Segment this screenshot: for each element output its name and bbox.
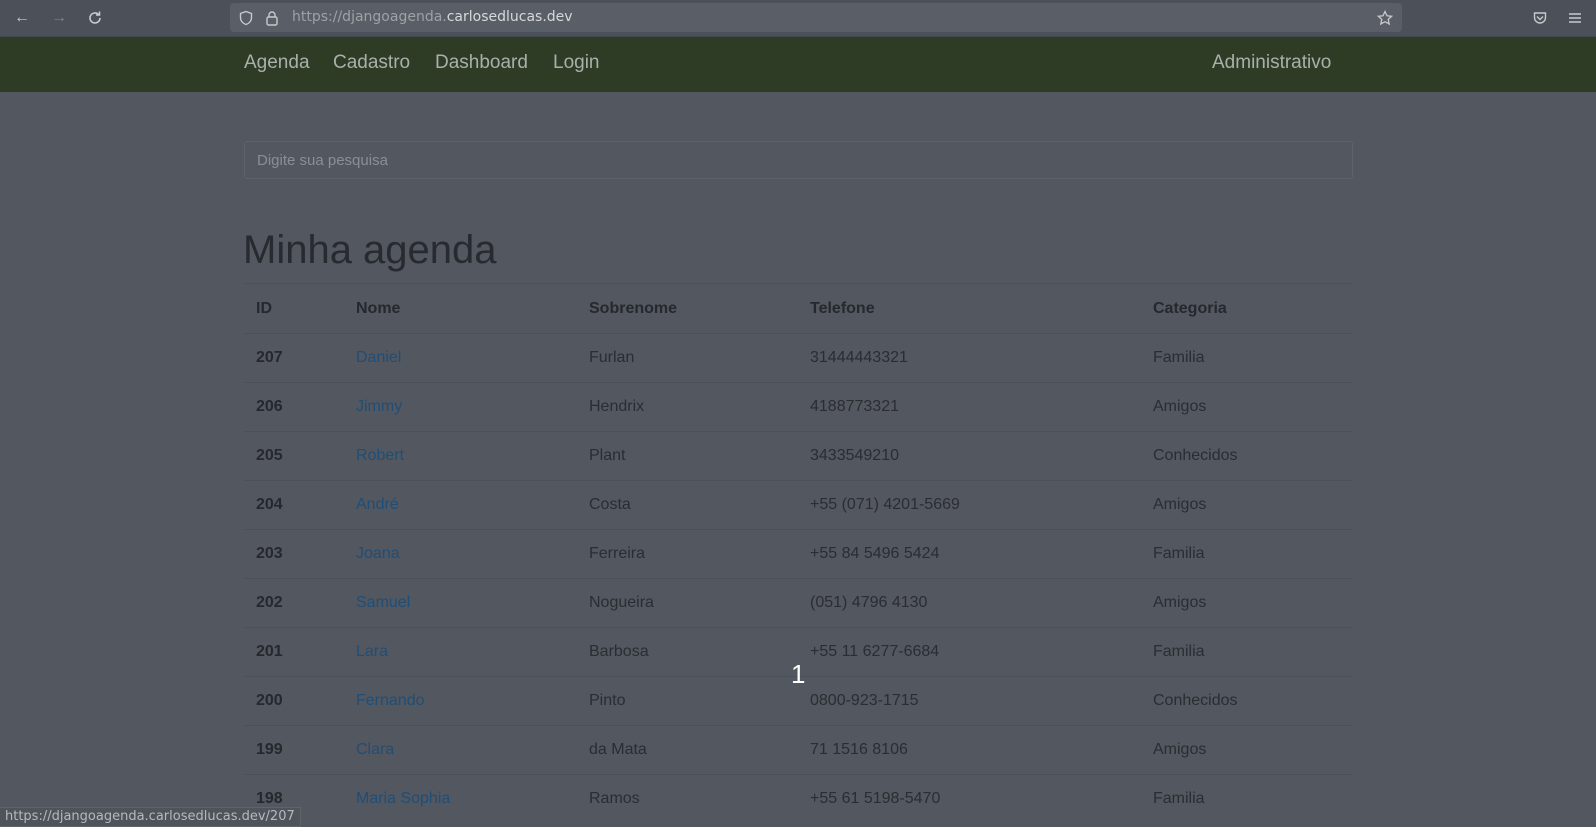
overlay-number: 1 xyxy=(791,659,806,689)
contact-name-link[interactable]: Samuel xyxy=(356,594,410,611)
cell-categoria: Familia xyxy=(1141,333,1353,383)
table-row: 206 Jimmy Hendrix 4188773321 Amigos xyxy=(244,382,1353,432)
back-icon[interactable]: ← xyxy=(10,6,34,30)
lock-icon[interactable] xyxy=(264,10,280,26)
cell-categoria: Amigos xyxy=(1141,725,1353,775)
url-prefix: https://djangoagenda. xyxy=(292,9,447,25)
cell-name: Clara xyxy=(344,725,577,775)
cell-id: 205 xyxy=(244,431,344,481)
table-row: 203 Joana Ferreira +55 84 5496 5424 Familia xyxy=(244,529,1353,579)
table-row: 202 Samuel Nogueira (051) 4796 4130 Amigos xyxy=(244,578,1353,628)
cell-name: Samuel xyxy=(344,578,577,628)
nav-link-dashboard[interactable]: Dashboard xyxy=(435,52,528,74)
status-bar-link: https://djangoagenda.carlosedlucas.dev/2… xyxy=(0,807,301,827)
reload-icon[interactable] xyxy=(83,6,107,30)
cell-telefone: +55 11 6277-6684 xyxy=(798,627,1141,677)
search-input[interactable] xyxy=(244,141,1353,179)
url-host: carlosedlucas.dev xyxy=(446,9,573,25)
contact-name-link[interactable]: Joana xyxy=(356,545,400,562)
table-row: 205 Robert Plant 3433549210 Conhecidos xyxy=(244,431,1353,481)
browser-toolbar: ← → https://djangoagenda.carlosedlucas.d… xyxy=(0,0,1596,37)
header-categoria: Categoria xyxy=(1141,283,1353,334)
address-bar[interactable]: https://djangoagenda.carlosedlucas.dev xyxy=(230,3,1402,32)
header-nome: Nome xyxy=(344,283,577,334)
contact-name-link[interactable]: Maria Sophia xyxy=(356,790,450,807)
nav-link-administrativo[interactable]: Administrativo xyxy=(1212,52,1331,74)
url-text[interactable]: https://djangoagenda.carlosedlucas.dev xyxy=(292,9,573,25)
page-title: Minha agenda xyxy=(243,228,497,272)
contact-name-link[interactable]: Lara xyxy=(356,643,388,660)
shield-icon[interactable] xyxy=(238,10,254,26)
header-telefone: Telefone xyxy=(798,283,1141,334)
cell-sobrenome: Ferreira xyxy=(577,529,798,579)
header-id: ID xyxy=(244,283,344,334)
cell-sobrenome: Furlan xyxy=(577,333,798,383)
cell-categoria: Amigos xyxy=(1141,578,1353,628)
contact-name-link[interactable]: Daniel xyxy=(356,349,401,366)
cell-name: Fernando xyxy=(344,676,577,726)
contacts-table: ID Nome Sobrenome Telefone Categoria 207… xyxy=(244,283,1353,823)
header-sobrenome: Sobrenome xyxy=(577,283,798,334)
cell-name: Lara xyxy=(344,627,577,677)
cell-id: 201 xyxy=(244,627,344,677)
cell-sobrenome: Ramos xyxy=(577,774,798,823)
table-row: 199 Clara da Mata 71 1516 8106 Amigos xyxy=(244,725,1353,775)
cell-telefone: 71 1516 8106 xyxy=(798,725,1141,775)
cell-id: 207 xyxy=(244,333,344,383)
contact-name-link[interactable]: Robert xyxy=(356,447,404,464)
cell-categoria: Familia xyxy=(1141,529,1353,579)
cell-id: 206 xyxy=(244,382,344,432)
cell-categoria: Amigos xyxy=(1141,480,1353,530)
cell-categoria: Conhecidos xyxy=(1141,676,1353,726)
cell-categoria: Familia xyxy=(1141,627,1353,677)
table-row: 198 Maria Sophia Ramos +55 61 5198-5470 Fami… xyxy=(244,774,1353,823)
table-row: 204 André Costa +55 (071) 4201-5669 Amigos xyxy=(244,480,1353,530)
cell-telefone: +55 84 5496 5424 xyxy=(798,529,1141,579)
table-header-row: ID Nome Sobrenome Telefone Categoria xyxy=(244,283,1353,334)
contact-name-link[interactable]: Jimmy xyxy=(356,398,402,415)
contact-name-link[interactable]: André xyxy=(356,496,399,513)
cell-id: 204 xyxy=(244,480,344,530)
cell-sobrenome: Pinto xyxy=(577,676,798,726)
cell-telefone: +55 61 5198-5470 xyxy=(798,774,1141,823)
cell-sobrenome: Barbosa xyxy=(577,627,798,677)
cell-name: Joana xyxy=(344,529,577,579)
cell-sobrenome: Nogueira xyxy=(577,578,798,628)
cell-id: 200 xyxy=(244,676,344,726)
pocket-icon[interactable] xyxy=(1528,6,1552,30)
cell-id: 199 xyxy=(244,725,344,775)
cell-name: Robert xyxy=(344,431,577,481)
cell-name: Jimmy xyxy=(344,382,577,432)
contact-name-link[interactable]: Fernando xyxy=(356,692,425,709)
forward-icon[interactable]: → xyxy=(47,6,71,30)
menu-icon[interactable] xyxy=(1563,6,1587,30)
table-row: 207 Daniel Furlan 31444443321 Familia xyxy=(244,333,1353,383)
cell-categoria: Conhecidos xyxy=(1141,431,1353,481)
cell-telefone: 0800-923-1715 xyxy=(798,676,1141,726)
contact-name-link[interactable]: Clara xyxy=(356,741,394,758)
cell-telefone: 3433549210 xyxy=(798,431,1141,481)
cell-telefone: 31444443321 xyxy=(798,333,1141,383)
cell-telefone: 4188773321 xyxy=(798,382,1141,432)
cell-name: Maria Sophia xyxy=(344,774,577,823)
bookmark-star-icon[interactable] xyxy=(1377,10,1393,26)
cell-telefone: (051) 4796 4130 xyxy=(798,578,1141,628)
cell-sobrenome: Hendrix xyxy=(577,382,798,432)
nav-link-agenda[interactable]: Agenda xyxy=(244,52,310,74)
cell-sobrenome: Costa xyxy=(577,480,798,530)
cell-categoria: Amigos xyxy=(1141,382,1353,432)
nav-link-cadastro[interactable]: Cadastro xyxy=(333,52,410,74)
cell-name: Daniel xyxy=(344,333,577,383)
cell-name: André xyxy=(344,480,577,530)
cell-sobrenome: Plant xyxy=(577,431,798,481)
cell-telefone: +55 (071) 4201-5669 xyxy=(798,480,1141,530)
cell-sobrenome: da Mata xyxy=(577,725,798,775)
nav-link-login[interactable]: Login xyxy=(553,52,600,74)
cell-id: 202 xyxy=(244,578,344,628)
cell-categoria: Familia xyxy=(1141,774,1353,823)
cell-id: 203 xyxy=(244,529,344,579)
site-navbar: Agenda Cadastro Dashboard Login Administ… xyxy=(0,37,1596,92)
